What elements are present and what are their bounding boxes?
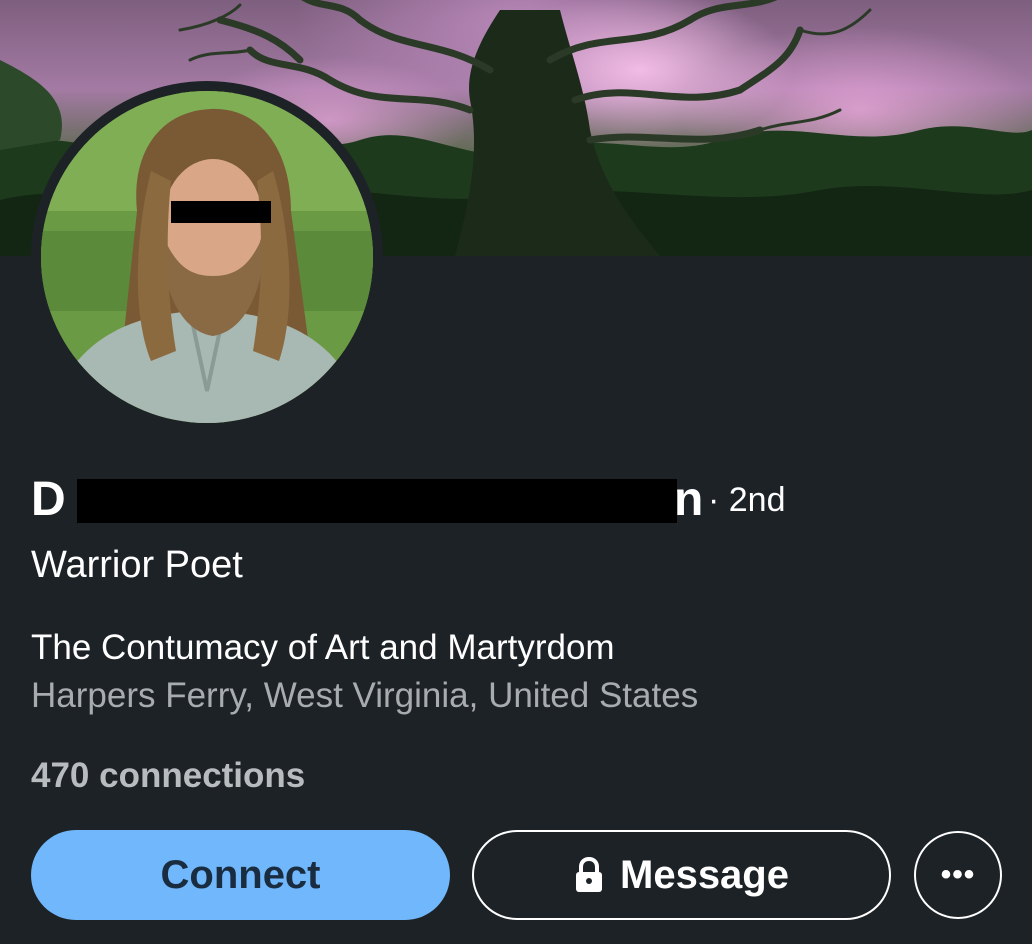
connect-button-label: Connect [160,852,321,897]
profile-name-tail: n [674,473,704,526]
profile-company[interactable]: The Contumacy of Art and Martyrdom [31,626,615,670]
lock-icon [574,857,604,893]
more-button[interactable]: ••• [914,831,1002,919]
redaction-bar [77,479,677,523]
connections-count[interactable]: 470 connections [31,754,305,798]
profile-location: Harpers Ferry, West Virginia, United Sta… [31,676,699,715]
more-icon: ••• [940,858,976,891]
profile-name: D [31,473,66,526]
profile-name-row: D n · 2nd [31,470,791,530]
connection-degree: · 2nd [708,481,786,519]
message-button-label: Message [620,852,789,897]
connect-button[interactable]: Connect [31,830,450,920]
avatar[interactable] [41,91,373,423]
message-button[interactable]: Message [472,830,891,920]
profile-headline: Warrior Poet [31,544,243,586]
